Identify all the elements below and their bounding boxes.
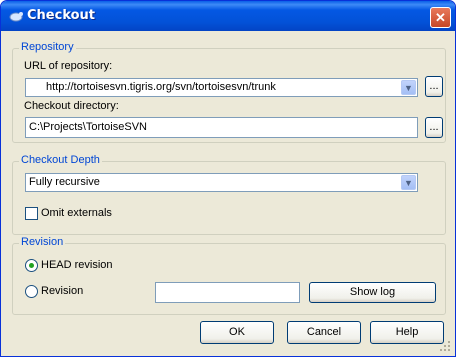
checkout-dir-input[interactable]: C:\Projects\TortoiseSVN (25, 117, 418, 138)
cancel-button[interactable]: Cancel (287, 321, 361, 344)
show-log-button[interactable]: Show log (309, 282, 436, 303)
url-combobox[interactable]: http://tortoisesvn.tigris.org/svn/tortoi… (25, 78, 418, 97)
checkout-dir-value: C:\Projects\TortoiseSVN (29, 121, 147, 133)
repository-group: Repository URL of repository: http://tor… (12, 41, 446, 143)
depth-value: Fully recursive (29, 176, 100, 188)
revision-radio[interactable] (25, 285, 38, 298)
chevron-down-icon[interactable]: ▼ (401, 175, 416, 190)
checkout-depth-group-label: Checkout Depth (19, 154, 102, 166)
url-browse-button[interactable]: ... (425, 76, 443, 97)
revision-group-label: Revision (19, 236, 66, 248)
dir-label: Checkout directory: (24, 100, 119, 112)
ok-button[interactable]: OK (200, 321, 274, 344)
omit-externals-checkbox[interactable] (25, 207, 38, 220)
checkout-depth-group: Checkout Depth Fully recursive ▼ Omit ex… (12, 154, 446, 235)
url-value: http://tortoisesvn.tigris.org/svn/tortoi… (46, 81, 276, 93)
window-title: Checkout (27, 8, 96, 23)
dir-browse-button[interactable]: ... (425, 117, 443, 138)
resize-grip-icon[interactable] (440, 341, 450, 351)
radio-selected-dot (29, 263, 34, 268)
revision-input[interactable] (155, 282, 300, 303)
dialog-body: Repository URL of repository: http://tor… (4, 31, 452, 353)
turtle-icon (8, 8, 24, 24)
checkout-dialog: Checkout ✕ Repository URL of repository:… (0, 0, 456, 357)
close-button[interactable]: ✕ (430, 7, 451, 28)
depth-combobox[interactable]: Fully recursive ▼ (25, 173, 418, 192)
head-revision-radio[interactable] (25, 259, 38, 272)
revision-label[interactable]: Revision (41, 285, 83, 297)
url-label: URL of repository: (24, 60, 113, 72)
title-bar[interactable]: Checkout ✕ (1, 1, 455, 31)
omit-externals-label[interactable]: Omit externals (41, 207, 112, 219)
repository-group-label: Repository (19, 41, 76, 53)
close-icon: ✕ (435, 10, 446, 25)
revision-group: Revision HEAD revision Revision Show log (12, 236, 446, 315)
head-revision-label[interactable]: HEAD revision (41, 259, 113, 271)
chevron-down-icon[interactable]: ▼ (401, 80, 416, 95)
help-button[interactable]: Help (370, 321, 444, 344)
